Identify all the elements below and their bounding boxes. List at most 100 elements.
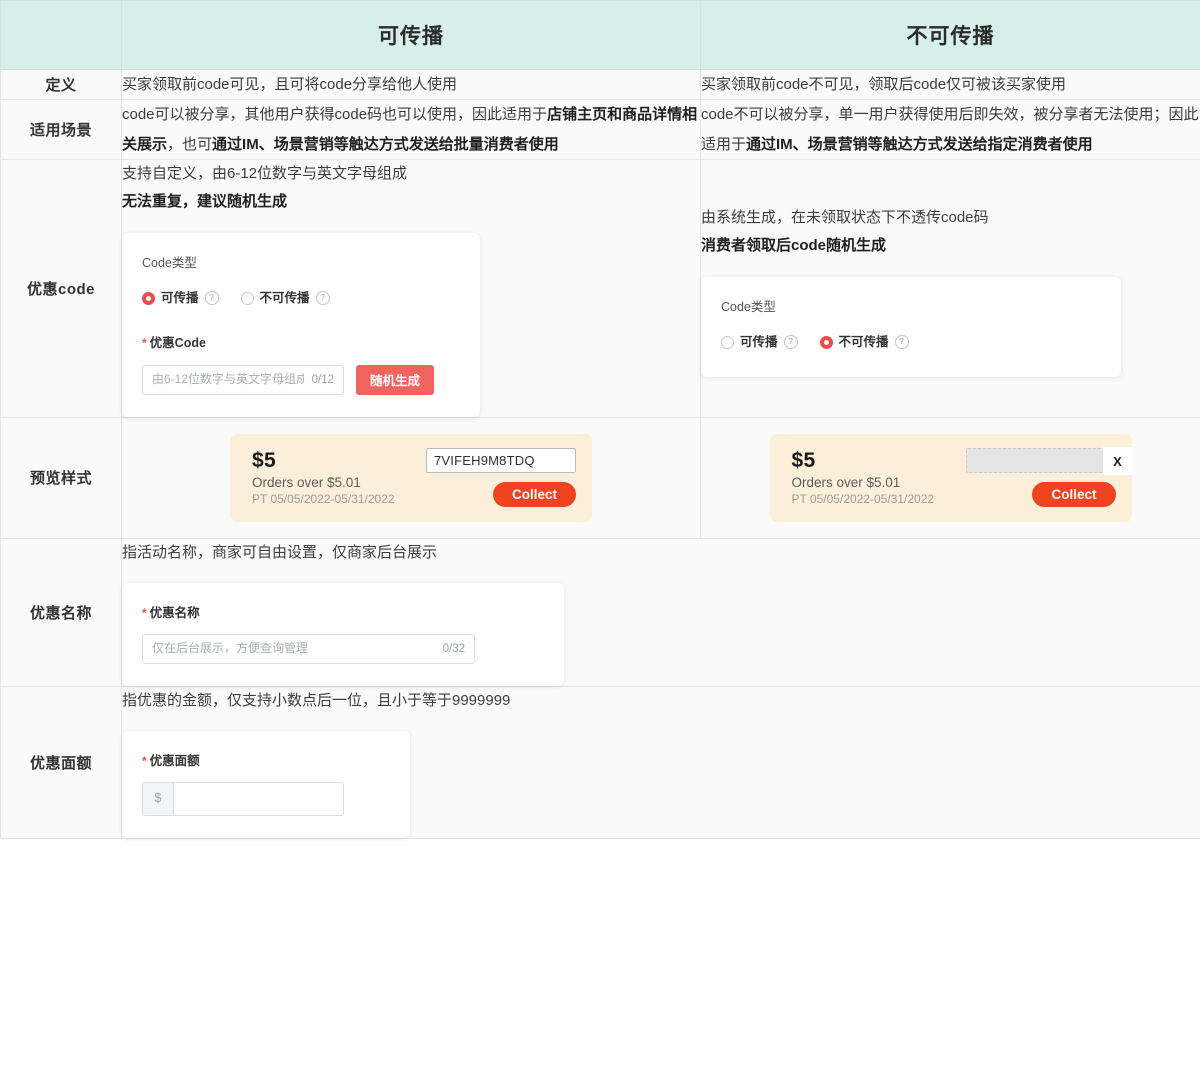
preview-shareable-cell: $5 Orders over $5.01 PT 05/05/2022-05/31… — [122, 417, 701, 538]
table-row-definition: 定义 买家领取前code可见，且可将code分享给他人使用 买家领取前code不… — [1, 70, 1200, 100]
coupon-amount-field-label: *优惠面额 — [142, 749, 390, 773]
preview-nonshareable-cell: $5 Orders over $5.01 PT 05/05/2022-05/31… — [701, 417, 1200, 538]
definition-shareable-cell: 买家领取前code可见，且可将code分享给他人使用 — [122, 70, 701, 100]
coupon-date-range-b: PT 05/05/2022-05/31/2022 — [792, 492, 935, 506]
coupon-code-shareable-desc-1: 支持自定义，由6-12位数字与英文字母组成 — [122, 160, 700, 189]
coupon-info-b: $5 Orders over $5.01 PT 05/05/2022-05/31… — [792, 449, 935, 506]
required-star-amount: * — [142, 754, 147, 768]
coupon-amount-form: *优惠面额 $ — [122, 731, 410, 837]
radio-option-nonshareable-a[interactable]: 不可传播 ? — [241, 286, 330, 310]
help-icon-nonshareable-b[interactable]: ? — [895, 335, 909, 349]
definition-nonshareable-cell: 买家领取前code不可见，领取后code仅可被该买家使用 — [701, 70, 1200, 100]
code-input-row-a: 由6-12位数字与英文字母组成 0/12 随机生成 — [142, 365, 460, 395]
row-label-coupon-name: 优惠名称 — [1, 538, 122, 686]
coupon-name-placeholder: 仅在后台展示，方便查询管理 — [152, 637, 435, 660]
coupon-card-shareable: $5 Orders over $5.01 PT 05/05/2022-05/31… — [230, 434, 592, 522]
radio-button-nonshareable-b[interactable] — [820, 336, 833, 349]
scenario-shareable-text-1: code可以被分享，其他用户获得code码也可以使用，因此适用于 — [122, 106, 547, 123]
header-title-shareable: 可传播 — [122, 20, 700, 50]
scenario-shareable-text-2: ，也可 — [167, 136, 212, 153]
radio-option-nonshareable-b[interactable]: 不可传播 ? — [820, 330, 909, 354]
scenario-nonshareable-bold-1: 通过IM、场景营销等触达方式发送给指定消费者使用 — [746, 136, 1093, 153]
generate-random-code-button[interactable]: 随机生成 — [356, 365, 434, 395]
radio-button-nonshareable-a[interactable] — [241, 292, 254, 305]
coupon-card-nonshareable: $5 Orders over $5.01 PT 05/05/2022-05/31… — [770, 434, 1132, 522]
scenario-nonshareable-cell: code不可以被分享，单一用户获得使用后即失效，被分享者无法使用；因此适用于通过… — [701, 100, 1200, 160]
coupon-name-field-label: *优惠名称 — [142, 601, 544, 625]
collect-button-b[interactable]: Collect — [1032, 482, 1115, 507]
code-type-label-a: Code类型 — [142, 251, 460, 275]
coupon-name-form: *优惠名称 仅在后台展示，方便查询管理 0/32 — [122, 583, 564, 685]
coupon-amount-input-group[interactable]: $ — [142, 782, 344, 816]
coupon-name-cell: 指活动名称，商家可自由设置，仅商家后台展示 *优惠名称 仅在后台展示，方便查询管… — [122, 538, 1200, 686]
radio-option-shareable-b[interactable]: 可传播 ? — [721, 330, 798, 354]
scenario-shareable-bold-2: 通过IM、场景营销等触达方式发送给批量消费者使用 — [212, 136, 559, 153]
radio-button-shareable-b[interactable] — [721, 336, 734, 349]
coupon-actions-a: 7VIFEH9M8TDQ Collect — [426, 448, 576, 507]
radio-button-shareable-a[interactable] — [142, 292, 155, 305]
masked-code-marker: X — [1103, 447, 1133, 475]
coupon-amount-b: $5 — [792, 449, 935, 473]
coupon-condition-b: Orders over $5.01 — [792, 475, 935, 490]
radio-label-nonshareable-b: 不可传播 — [839, 330, 889, 354]
coupon-code-display-a[interactable]: 7VIFEH9M8TDQ — [426, 448, 576, 473]
coupon-code-shareable-cell: 支持自定义，由6-12位数字与英文字母组成 无法重复，建议随机生成 Code类型… — [122, 159, 701, 417]
coupon-code-input[interactable]: 由6-12位数字与英文字母组成 0/12 — [142, 365, 344, 395]
code-type-form-nonshareable: Code类型 可传播 ? 不可传播 ? — [701, 277, 1121, 377]
coupon-preview-wrap-a: $5 Orders over $5.01 PT 05/05/2022-05/31… — [122, 418, 700, 538]
required-star-name: * — [142, 606, 147, 620]
help-icon-nonshareable-a[interactable]: ? — [316, 291, 330, 305]
coupon-code-nonshareable-desc-2: 消费者领取后code随机生成 — [701, 232, 1200, 261]
coupon-name-input[interactable]: 仅在后台展示，方便查询管理 0/32 — [142, 634, 475, 664]
coupon-code-nonshareable-cell: 由系统生成，在未领取状态下不透传code码 消费者领取后code随机生成 Cod… — [701, 159, 1200, 417]
coupon-condition-a: Orders over $5.01 — [252, 475, 395, 490]
coupon-name-desc: 指活动名称，商家可自由设置，仅商家后台展示 — [122, 539, 1200, 568]
scenario-shareable-cell: code可以被分享，其他用户获得code码也可以使用，因此适用于店铺主页和商品详… — [122, 100, 701, 160]
row-label-coupon-amount: 优惠面额 — [1, 686, 122, 838]
header-blank-cell — [1, 1, 122, 70]
help-icon-shareable-b[interactable]: ? — [784, 335, 798, 349]
coupon-actions-b: X Collect — [966, 448, 1116, 507]
coupon-amount-a: $5 — [252, 449, 395, 473]
required-star-code: * — [142, 336, 147, 350]
code-type-radio-group-a[interactable]: 可传播 ? 不可传播 ? — [142, 286, 460, 310]
header-cell-nonshareable: 不可传播 — [701, 1, 1200, 70]
code-type-label-b: Code类型 — [721, 295, 1101, 319]
row-label-definition: 定义 — [1, 70, 122, 100]
coupon-amount-input[interactable] — [174, 783, 343, 815]
coupon-preview-wrap-b: $5 Orders over $5.01 PT 05/05/2022-05/31… — [701, 418, 1200, 538]
coupon-date-range-a: PT 05/05/2022-05/31/2022 — [252, 492, 395, 506]
coupon-code-placeholder: 由6-12位数字与英文字母组成 — [152, 368, 304, 391]
collect-button-a[interactable]: Collect — [493, 482, 576, 507]
table-row-coupon-code: 优惠code 支持自定义，由6-12位数字与英文字母组成 无法重复，建议随机生成… — [1, 159, 1200, 417]
radio-label-shareable-b: 可传播 — [740, 330, 778, 354]
code-field-label-text-a: 优惠Code — [150, 336, 206, 350]
help-icon-shareable-a[interactable]: ? — [205, 291, 219, 305]
table-row-coupon-amount: 优惠面额 指优惠的金额，仅支持小数点后一位，且小于等于9999999 *优惠面额… — [1, 686, 1200, 838]
coupon-code-counter: 0/12 — [312, 369, 334, 391]
row-label-preview: 预览样式 — [1, 417, 122, 538]
coupon-code-shareable-desc-2: 无法重复，建议随机生成 — [122, 188, 700, 217]
header-cell-shareable: 可传播 — [122, 1, 701, 70]
row-label-scenario: 适用场景 — [1, 100, 122, 160]
radio-option-shareable-a[interactable]: 可传播 ? — [142, 286, 219, 310]
radio-label-nonshareable-a: 不可传播 — [260, 286, 310, 310]
table-row-coupon-name: 优惠名称 指活动名称，商家可自由设置，仅商家后台展示 *优惠名称 仅在后台展示，… — [1, 538, 1200, 686]
radio-label-shareable-a: 可传播 — [161, 286, 199, 310]
row-label-coupon-code: 优惠code — [1, 159, 122, 417]
code-field-label-a: *优惠Code — [142, 331, 460, 355]
coupon-amount-cell: 指优惠的金额，仅支持小数点后一位，且小于等于9999999 *优惠面额 $ — [122, 686, 1200, 838]
comparison-table: 可传播 不可传播 定义 买家领取前code可见，且可将code分享给他人使用 买… — [0, 0, 1200, 839]
coupon-name-counter: 0/32 — [443, 638, 465, 660]
code-type-form-shareable: Code类型 可传播 ? 不可传播 ? — [122, 233, 480, 417]
table-row-preview: 预览样式 $5 Orders over $5.01 PT 05/05/2022-… — [1, 417, 1200, 538]
definition-shareable-text: 买家领取前code可见，且可将code分享给他人使用 — [122, 76, 457, 93]
code-type-radio-group-b[interactable]: 可传播 ? 不可传播 ? — [721, 330, 1101, 354]
coupon-info-a: $5 Orders over $5.01 PT 05/05/2022-05/31… — [252, 449, 395, 506]
header-title-nonshareable: 不可传播 — [701, 20, 1200, 50]
coupon-code-masked-b: X — [966, 448, 1116, 473]
coupon-code-nonshareable-desc-1: 由系统生成，在未领取状态下不透传code码 — [701, 204, 1200, 233]
coupon-name-field-label-text: 优惠名称 — [150, 606, 200, 620]
table-row-scenario: 适用场景 code可以被分享，其他用户获得code码也可以使用，因此适用于店铺主… — [1, 100, 1200, 160]
coupon-amount-field-label-text: 优惠面额 — [150, 754, 200, 768]
